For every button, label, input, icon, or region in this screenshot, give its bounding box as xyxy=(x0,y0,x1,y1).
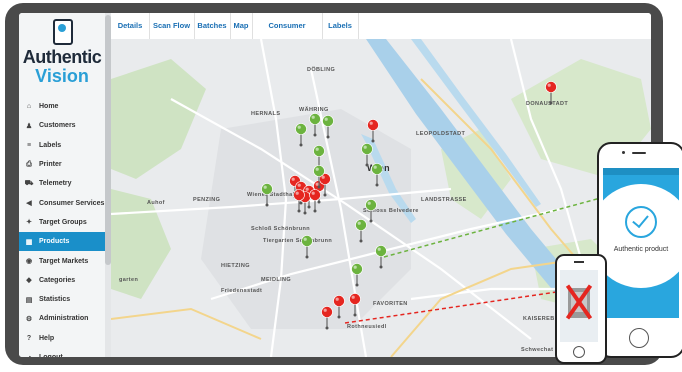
sidebar-item-categories[interactable]: ◆ Categories xyxy=(19,271,105,290)
phone-speaker xyxy=(632,152,646,154)
home-icon: ⌂ xyxy=(26,103,32,111)
phone-authentic: Authentic product xyxy=(597,142,682,358)
sidebar-item-label: Customers xyxy=(39,122,76,130)
logout-icon: ➜ xyxy=(24,354,34,358)
city-area xyxy=(201,109,411,329)
map-label: DÖBLING xyxy=(307,66,335,73)
sidebar-item-label: Statistics xyxy=(39,296,71,304)
sidebar-item-administration[interactable]: ⚙ Administration xyxy=(19,309,105,328)
logo[interactable]: Authentic Vision xyxy=(19,17,105,89)
sidebar-item-customers[interactable]: ♟ Customers xyxy=(19,116,105,135)
map-label: MEIDLING xyxy=(261,277,291,283)
sidebar-item-label: Logout xyxy=(39,354,63,357)
map-label: PENZING xyxy=(193,197,220,203)
question-icon: ? xyxy=(26,334,32,342)
sidebar-item-target-markets[interactable]: ◉ Target Markets xyxy=(19,251,105,270)
gears-icon: ⚙ xyxy=(25,315,33,323)
sidebar-item-label: Administration xyxy=(39,315,89,323)
map-label: LANDSTRASSE xyxy=(421,197,467,203)
logo-text-authentic: Authentic xyxy=(22,47,102,67)
map-label: FAVORITEN xyxy=(373,301,408,307)
phone-screen: Authentic product xyxy=(603,168,679,318)
tab-labels[interactable]: Labels xyxy=(322,13,359,39)
sidebar-item-consumer-services[interactable]: ◀ Consumer Services xyxy=(19,193,105,212)
tab-details[interactable]: Details xyxy=(111,13,150,39)
sidebar-menu: ⌂ Home ♟ Customers ≡ Labels ⎙ Printer ⛟ Telemetry… xyxy=(19,97,105,357)
tab-batches[interactable]: Batches xyxy=(194,13,231,39)
phone-screen xyxy=(560,270,598,342)
map-label: garten xyxy=(119,277,138,283)
sidebar-item-label: Home xyxy=(39,103,59,111)
globe-icon: ◉ xyxy=(25,258,33,266)
home-button xyxy=(573,346,585,358)
sidebar-item-printer[interactable]: ⎙ Printer xyxy=(19,155,105,174)
sidebar-item-label: Telemetry xyxy=(39,180,72,188)
sidebar-item-logout[interactable]: ➜ Logout xyxy=(19,348,105,357)
sidebar-item-label: Printer xyxy=(39,161,62,169)
list-icon: ≡ xyxy=(26,141,32,149)
map-label: Schwechat xyxy=(521,347,553,353)
tab-map[interactable]: Map xyxy=(230,13,253,39)
map-label: Wiener Stadthalle xyxy=(247,192,300,198)
logo-text-vision: Vision xyxy=(35,66,89,86)
phone-counterfeit xyxy=(555,254,607,364)
tag-icon: ◆ xyxy=(26,277,32,285)
map-label: WÄHRING xyxy=(299,106,329,113)
sidebar-item-target-groups[interactable]: ✦ Target Groups xyxy=(19,213,105,232)
check-circle-icon xyxy=(625,206,657,238)
sidebar-item-label: Categories xyxy=(39,276,76,284)
cross-icon xyxy=(565,284,593,320)
map-label: Rothneusiedl xyxy=(347,324,387,330)
sidebar-item-label: Target Groups xyxy=(39,218,87,226)
chart-icon: ▤ xyxy=(25,296,33,304)
megaphone-icon: ◀ xyxy=(26,200,32,208)
sidebar-item-help[interactable]: ? Help xyxy=(19,329,105,348)
sidebar-item-label: Help xyxy=(39,334,55,342)
printer-icon: ⎙ xyxy=(26,160,32,168)
map-label: DONAUSTADT xyxy=(526,101,568,107)
map-label: HIETZING xyxy=(221,263,250,269)
map-label: Tiergarten Schönbrunn xyxy=(263,238,332,244)
map-label: HERNALS xyxy=(251,111,280,117)
sidebar-item-label: Consumer Services xyxy=(39,199,105,207)
sidebar-item-telemetry[interactable]: ⛟ Telemetry xyxy=(19,174,105,193)
sidebar-item-statistics[interactable]: ▤ Statistics xyxy=(19,290,105,309)
phone-speaker xyxy=(574,261,584,263)
tab-consumer-services[interactable]: Consumer Services xyxy=(252,13,323,56)
home-button xyxy=(629,328,649,348)
sidebar-item-products[interactable]: ▦ Products xyxy=(19,232,105,252)
users-icon: ♟ xyxy=(25,122,33,130)
sidebar-item-home[interactable]: ⌂ Home xyxy=(19,97,105,116)
sidebar-item-label: Labels xyxy=(39,141,62,149)
map-label: Auhof xyxy=(147,200,165,206)
grid-icon: ▦ xyxy=(25,238,33,246)
tab-scan-flow[interactable]: Scan Flow xyxy=(149,13,195,39)
sidebar-item-label: Products xyxy=(39,238,70,246)
sidebar-item-labels[interactable]: ≡ Labels xyxy=(19,136,105,155)
target-icon: ✦ xyxy=(26,219,32,227)
logo-phone-icon xyxy=(53,19,73,45)
map-label: Friedensstadt xyxy=(221,288,262,294)
tab-bar: DetailsScan FlowBatchesMapConsumer Servi… xyxy=(111,13,651,56)
phone-camera xyxy=(622,151,625,154)
sidebar-item-label: Target Markets xyxy=(39,257,89,265)
sidebar: Authentic Vision ⌂ Home ♟ Customers ≡ Labels ⎙… xyxy=(19,13,105,357)
authentic-product-text: Authentic product xyxy=(613,246,669,253)
phone-status-bar xyxy=(603,168,679,175)
map-label: Schloß Schönbrunn xyxy=(251,226,310,232)
map-label: LEOPOLDSTADT xyxy=(416,131,466,137)
truck-icon: ⛟ xyxy=(24,180,34,188)
